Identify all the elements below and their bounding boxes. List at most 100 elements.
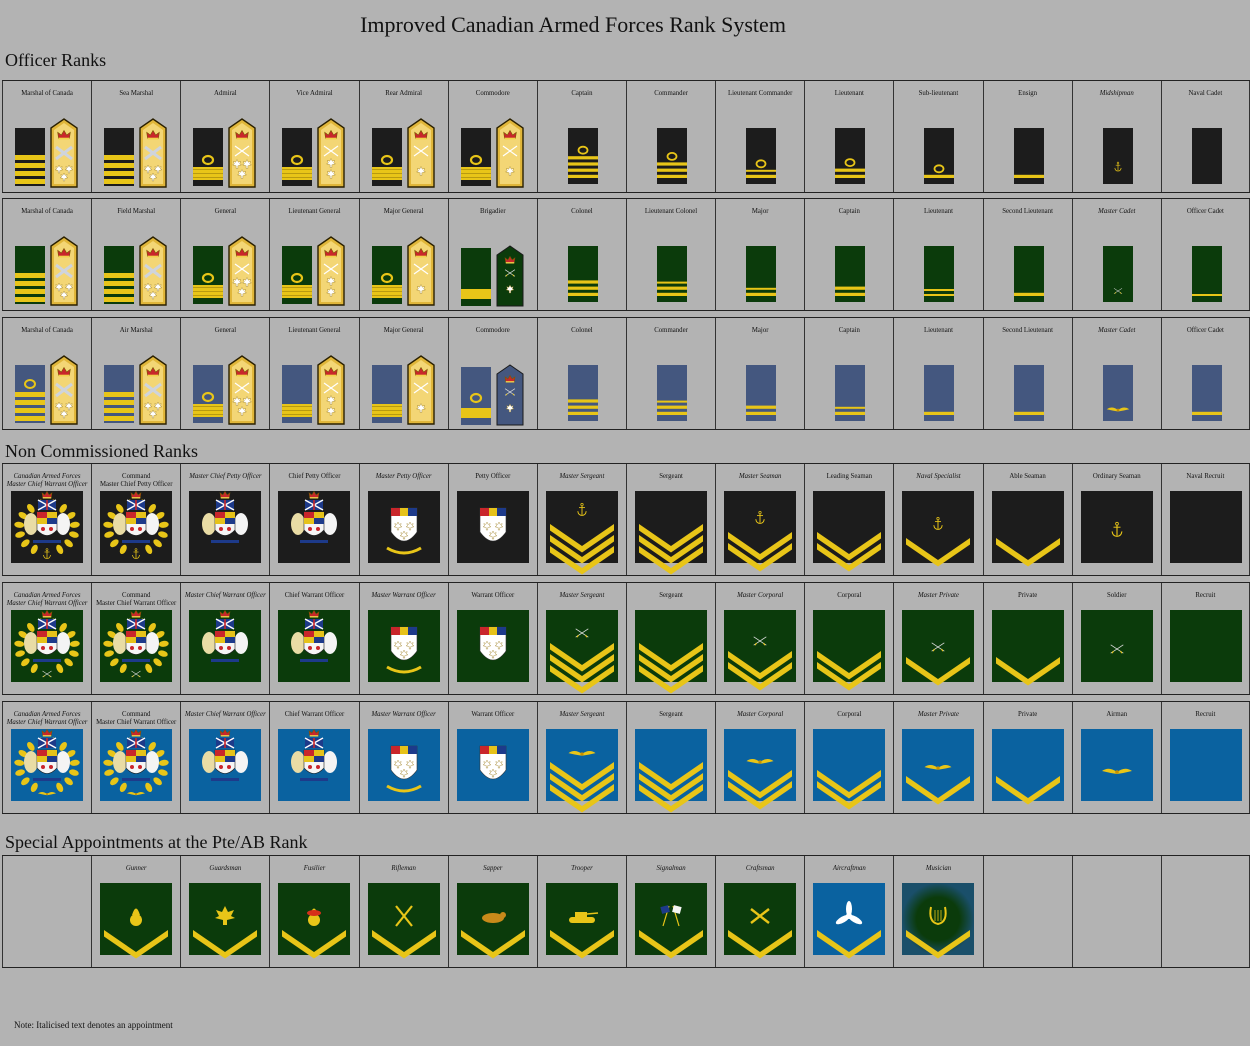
rank-label: Private: [1017, 711, 1038, 718]
rank-label: Master Cadet: [1098, 327, 1136, 334]
rank-label: Master Warrant Officer: [371, 592, 436, 599]
rank-label: Signalman: [656, 865, 686, 872]
rank-cell-recruit: Recruit: [1160, 702, 1250, 813]
rank-label: Warrant Officer: [471, 592, 515, 599]
rank-cell-warrant-officer: Warrant Officer: [447, 702, 537, 813]
rank-label: Vice Admiral: [296, 90, 333, 97]
rank-label: Gunner: [125, 865, 147, 872]
rank-cell-master-cadet: Master Cadet: [1071, 199, 1161, 310]
rank-label: Brigadier: [479, 208, 506, 215]
rank-cell-soldier: Soldier: [1071, 583, 1161, 694]
rank-cell-command-master-chief-warrant-officer: Command Master Chief Warrant Officer: [91, 583, 180, 694]
rank-label: General: [214, 208, 237, 215]
rank-insignia: [984, 856, 1072, 967]
rank-cell-master-sergeant: Master Sergeant: [536, 583, 626, 694]
rank-label: Trooper: [571, 865, 593, 872]
rank-label: Chief Warrant Officer: [284, 711, 345, 718]
rank-cell-chief-warrant-officer: Chief Warrant Officer: [269, 702, 358, 813]
rank-label: Master Warrant Officer: [371, 711, 436, 718]
rank-label: Guardsman: [209, 865, 242, 872]
rank-cell-field-marshal: Field Marshal: [91, 199, 180, 310]
rank-label: Major: [751, 208, 769, 215]
rank-cell-brigadier: Brigadier: [447, 199, 537, 310]
rank-label: Master Chief Petty Officer: [189, 473, 262, 480]
rank-cell-master-sergeant: Master Sergeant: [536, 702, 626, 813]
rank-label: Commodore: [475, 90, 510, 97]
rank-label: Second Lieutenant: [1002, 327, 1053, 334]
rank-cell-recruit: Recruit: [1160, 583, 1250, 694]
page-title: Improved Canadian Armed Forces Rank Syst…: [360, 12, 786, 37]
rank-label: Able Seaman: [1009, 473, 1046, 480]
rank-cell-trooper: Trooper: [536, 856, 626, 967]
rank-cell-sub-lieutenant: Sub-lieutenant: [893, 81, 982, 192]
rank-cell-lieutenant-commander: Lieutenant Commander: [715, 81, 804, 192]
rank-label: Leading Seaman: [826, 473, 873, 480]
rank-cell-master-chief-petty-officer: Master Chief Petty Officer: [180, 464, 269, 575]
rank-label: Recruit: [1195, 592, 1216, 599]
rank-label: Chief Petty Officer: [288, 473, 341, 480]
rank-cell-master-private: Master Private: [893, 583, 982, 694]
rank-cell-command-master-chief-petty-officer: Command Master Chief Petty Officer: [91, 464, 180, 575]
rank-row-navy-ncm: Canadian Armed Forces Master Chief Warran…: [2, 463, 1250, 576]
rank-cell-ensign: Ensign: [982, 81, 1072, 192]
rank-label: Officer Cadet: [1186, 208, 1224, 215]
rank-label: Master Petty Officer: [375, 473, 432, 480]
rank-label: Lieutenant General: [288, 208, 341, 215]
rank-label: Master Seaman: [738, 473, 782, 480]
rank-label: Ordinary Seaman: [1092, 473, 1141, 480]
rank-label: Master Sergeant: [559, 473, 605, 480]
rank-cell-canadian-armed-forces-master-chief-warrant-officer: Canadian Armed Forces Master Chief Warran…: [2, 583, 91, 694]
rank-label: Command Master Chief Petty Officer: [99, 473, 173, 488]
rank-cell-sea-marshal: Sea Marshal: [91, 81, 180, 192]
rank-cell-empty: [1160, 856, 1250, 967]
rank-cell-master-cadet: Master Cadet: [1071, 318, 1161, 429]
rank-cell-master-chief-warrant-officer: Master Chief Warrant Officer: [180, 702, 269, 813]
rank-cell-aircraftman: Aircraftman: [804, 856, 893, 967]
rank-label: Sergeant: [659, 473, 683, 480]
rank-label: Captain: [838, 327, 860, 334]
rank-cell-major-general: Major General: [358, 318, 448, 429]
rank-label: Chief Warrant Officer: [284, 592, 345, 599]
rank-label: Lieutenant: [923, 327, 954, 334]
rank-insignia: [1073, 856, 1161, 967]
rank-label: Officer Cadet: [1186, 327, 1224, 334]
rank-cell-colonel: Colonel: [536, 199, 626, 310]
rank-cell-major: Major: [715, 318, 804, 429]
rank-label: Aircraftman: [832, 865, 866, 872]
rank-label: Marshal of Canada: [21, 327, 73, 334]
rank-cell-midshipman: Midshipman: [1071, 81, 1161, 192]
rank-cell-airman: Airman: [1071, 702, 1161, 813]
rank-label: Musician: [925, 865, 952, 872]
rank-label: Sub-lieutenant: [918, 90, 959, 97]
rank-label: Field Marshal: [117, 208, 156, 215]
rank-cell-lieutenant: Lieutenant: [893, 199, 982, 310]
rank-label: Rifleman: [391, 865, 416, 872]
rank-cell-naval-cadet: Naval Cadet: [1160, 81, 1250, 192]
rank-cell-captain: Captain: [536, 81, 626, 192]
rank-label: Marshal of Canada: [21, 90, 73, 97]
rank-cell-canadian-armed-forces-master-chief-warrant-officer: Canadian Armed Forces Master Chief Warran…: [2, 464, 91, 575]
rank-cell-empty: [1071, 856, 1161, 967]
rank-label: Commander: [654, 90, 688, 97]
rank-label: Naval Specialist: [916, 473, 961, 480]
rank-label: Master Sergeant: [559, 592, 605, 599]
rank-insignia: [1162, 856, 1250, 967]
rank-cell-lieutenant-colonel: Lieutenant Colonel: [625, 199, 715, 310]
rank-label: Admiral: [214, 90, 237, 97]
rank-cell-sergeant: Sergeant: [625, 702, 715, 813]
rank-label: Lieutenant: [923, 208, 954, 215]
rank-label: Master Chief Warrant Officer: [184, 592, 266, 599]
rank-label: Major General: [383, 327, 424, 334]
section-special-appointments: Special Appointments at the Pte/AB Rank: [5, 832, 308, 852]
rank-label: Airman: [1106, 711, 1128, 718]
rank-cell-major-general: Major General: [358, 199, 448, 310]
rank-cell-lieutenant-general: Lieutenant General: [269, 318, 358, 429]
rank-label: Naval Cadet: [1188, 90, 1223, 97]
rank-cell-musician: Musician: [893, 856, 982, 967]
rank-cell-private: Private: [982, 583, 1072, 694]
rank-label: Marshal of Canada: [21, 208, 73, 215]
rank-label: Canadian Armed Forces Master Chief Warran…: [6, 592, 88, 607]
rank-label: Sergeant: [659, 711, 683, 718]
rank-cell-corporal: Corporal: [804, 702, 893, 813]
rank-label: Colonel: [571, 327, 593, 334]
